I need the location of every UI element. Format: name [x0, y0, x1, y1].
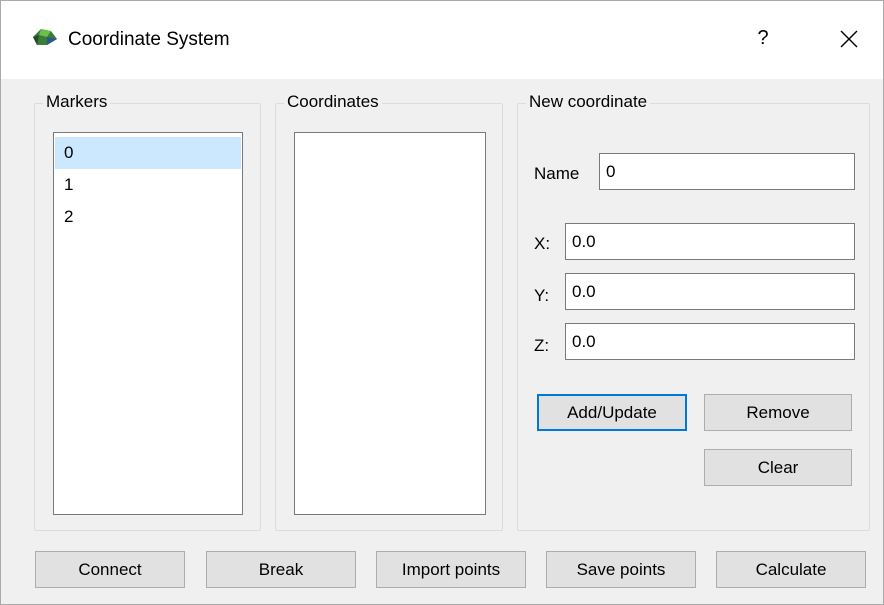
markers-group-label: Markers — [43, 92, 111, 112]
new-coordinate-group-label: New coordinate — [526, 92, 651, 112]
add-update-button[interactable]: Add/Update — [537, 394, 687, 431]
z-field[interactable]: 0.0 — [565, 323, 855, 360]
y-field[interactable]: 0.0 — [565, 273, 855, 310]
name-field[interactable]: 0 — [599, 153, 855, 190]
close-icon — [840, 30, 858, 48]
coordinate-system-dialog: Coordinate System ? Markers 0 1 2 Coordi… — [0, 0, 884, 605]
coordinates-list[interactable] — [294, 132, 486, 515]
save-points-button[interactable]: Save points — [546, 551, 696, 588]
coordinates-group-label: Coordinates — [284, 92, 382, 112]
break-button[interactable]: Break — [206, 551, 356, 588]
clear-button[interactable]: Clear — [704, 449, 852, 486]
import-points-button[interactable]: Import points — [376, 551, 526, 588]
coordinates-group: Coordinates — [275, 92, 503, 531]
x-field[interactable]: 0.0 — [565, 223, 855, 260]
x-label: X: — [534, 234, 551, 253]
close-button[interactable] — [829, 21, 869, 57]
calculate-button[interactable]: Calculate — [716, 551, 866, 588]
marker-item-2[interactable]: 2 — [55, 201, 241, 233]
remove-button[interactable]: Remove — [704, 394, 852, 431]
help-button[interactable]: ? — [751, 23, 775, 53]
marker-item-0[interactable]: 0 — [55, 137, 241, 169]
z-label: Z: — [534, 336, 550, 355]
window-title: Coordinate System — [68, 29, 230, 50]
name-label: Name — [534, 164, 580, 183]
y-label: Y: — [534, 286, 550, 305]
marker-item-1[interactable]: 1 — [55, 169, 241, 201]
title-bar: Coordinate System ? — [1, 1, 883, 79]
connect-button[interactable]: Connect — [35, 551, 185, 588]
markers-list[interactable]: 0 1 2 — [53, 132, 243, 515]
markers-group: Markers 0 1 2 — [34, 92, 261, 531]
app-icon — [33, 29, 57, 45]
